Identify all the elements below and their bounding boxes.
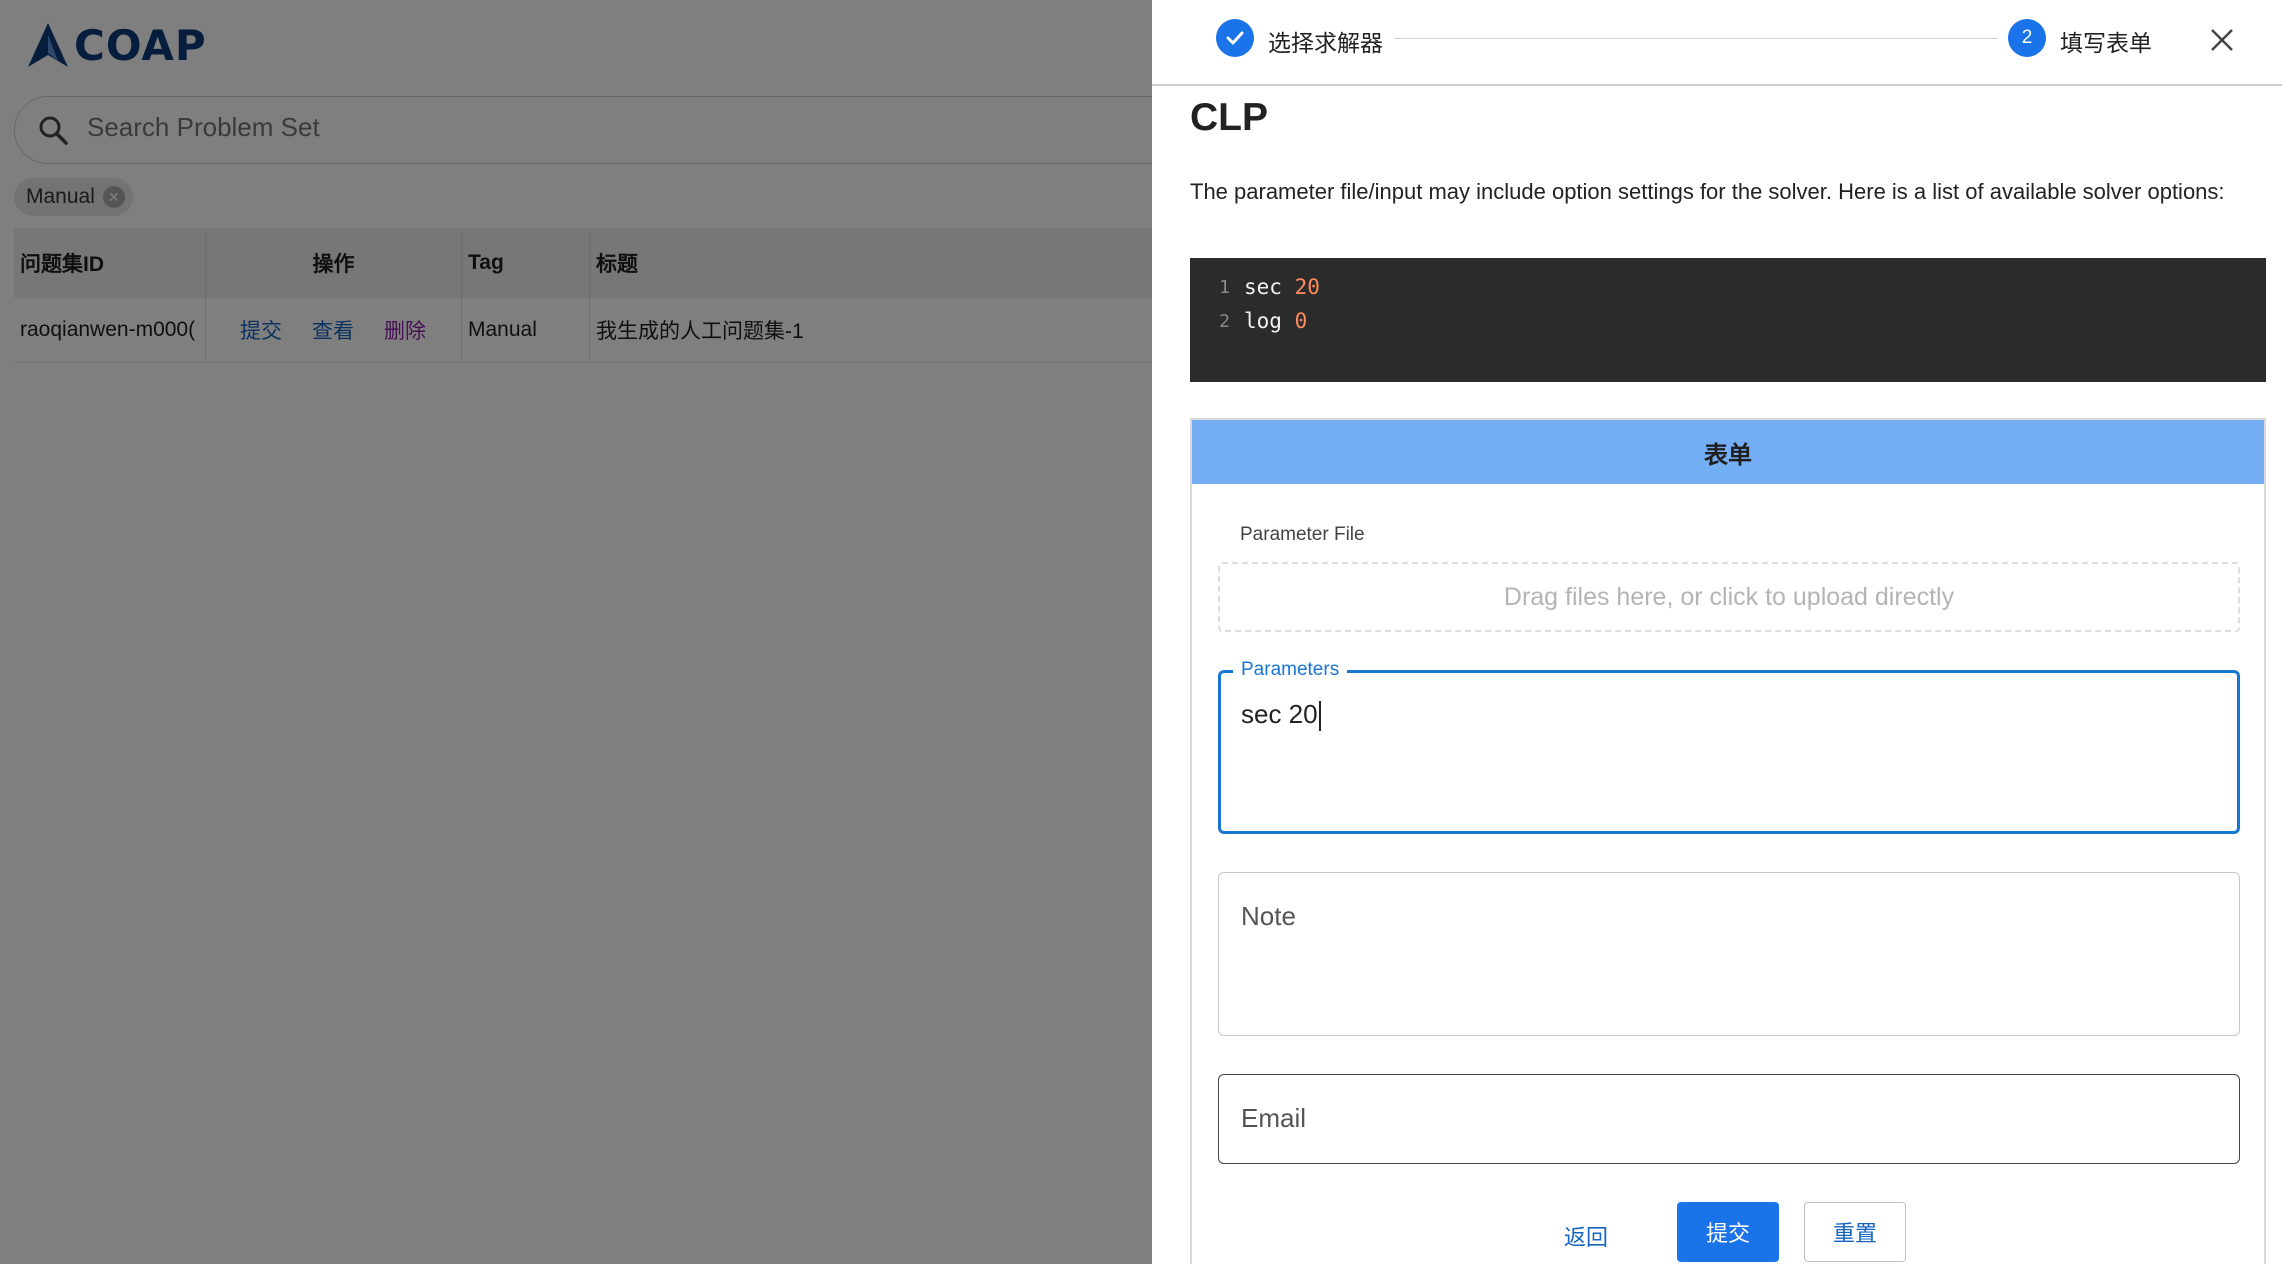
option-value: 20 xyxy=(1294,275,1320,299)
step-connector xyxy=(1394,38,1998,39)
step-label-fill-form: 填写表单 xyxy=(2060,30,2152,56)
stepper: 选择求解器 2 填写表单 xyxy=(1152,0,2282,86)
note-field[interactable]: Note xyxy=(1218,872,2240,1036)
close-icon[interactable] xyxy=(2202,20,2242,60)
reset-button[interactable]: 重置 xyxy=(1804,1202,1906,1262)
parameter-file-label: Parameter File xyxy=(1240,524,1365,545)
parameters-field[interactable]: Parameters sec 20 xyxy=(1218,659,2240,834)
step-number: 2 xyxy=(2008,19,2046,57)
form-card: 表单 Parameter File Drag files here, or cl… xyxy=(1190,418,2266,1264)
code-line: 1 sec 20 xyxy=(1190,270,1320,304)
code-line: 2 log 0 xyxy=(1190,304,1307,338)
note-placeholder: Note xyxy=(1241,901,1296,931)
email-field[interactable]: Email xyxy=(1218,1074,2240,1164)
solver-description: The parameter file/input may include opt… xyxy=(1190,179,2225,204)
email-placeholder: Email xyxy=(1241,1103,1307,1133)
options-code-block: 1 sec 20 2 log 0 xyxy=(1190,258,2266,382)
step-label-select-solver[interactable]: 选择求解器 xyxy=(1268,24,1383,58)
parameters-value: sec 20 xyxy=(1241,699,1318,729)
check-icon xyxy=(1216,19,1254,57)
text-caret xyxy=(1318,701,1321,732)
submit-drawer: 选择求解器 2 填写表单 CLP The parameter file/inpu… xyxy=(1152,0,2282,1264)
form-header: 表单 xyxy=(1192,420,2264,484)
file-upload-dropzone[interactable]: Drag files here, or click to upload dire… xyxy=(1218,562,2240,632)
option-value: 0 xyxy=(1294,309,1308,333)
option-key: sec xyxy=(1244,275,1282,299)
parameters-label: Parameters xyxy=(1233,659,1348,681)
parameters-textarea[interactable]: sec 20 xyxy=(1241,699,1321,732)
line-number: 1 xyxy=(1219,276,1230,298)
solver-name: CLP xyxy=(1190,96,1268,139)
option-key: log xyxy=(1244,309,1282,333)
submit-button[interactable]: 提交 xyxy=(1677,1202,1779,1262)
line-number: 2 xyxy=(1219,310,1230,332)
modal-backdrop[interactable] xyxy=(0,0,1152,1264)
back-button[interactable]: 返回 xyxy=(1548,1206,1624,1264)
